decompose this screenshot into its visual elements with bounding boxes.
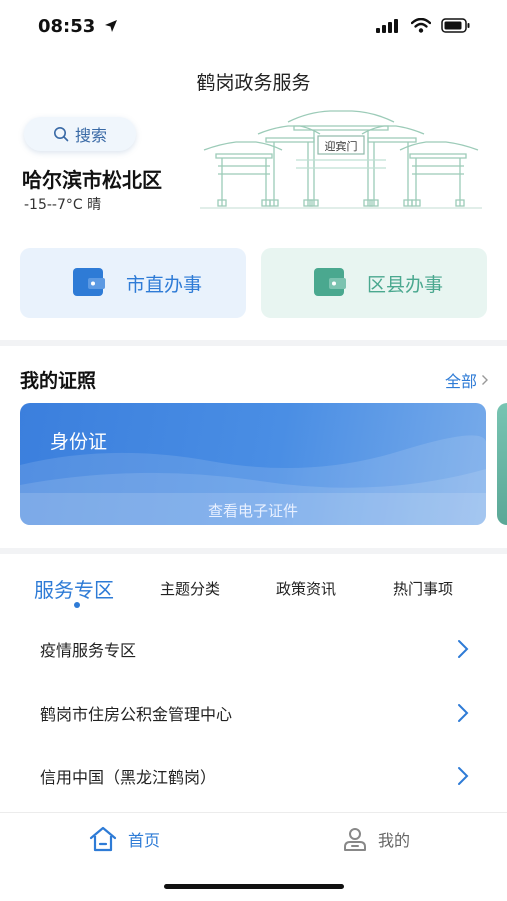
page-title: 鹤岗政务服务 [196, 72, 311, 94]
search-icon [53, 127, 69, 142]
weather-text: -15--7°C 晴 [24, 197, 102, 213]
status-time: 08:53 [38, 16, 118, 37]
district-affairs-button[interactable]: 区县办事 [261, 248, 487, 318]
list-item[interactable]: 鹤岗市住房公积金管理中心 [0, 681, 507, 745]
battery-icon [441, 18, 470, 33]
certificates-all-link[interactable]: 全部 [445, 368, 489, 392]
user-icon [344, 828, 366, 851]
tab-service-zone[interactable]: 服务专区 [34, 574, 114, 603]
chevron-right-icon [458, 640, 469, 658]
time-text: 08:53 [38, 16, 96, 37]
wallet-icon [73, 268, 105, 296]
list-item[interactable]: 信用中国（黑龙江鹤岗） [0, 744, 507, 808]
list-item-label: 鹤岗市住房公积金管理中心 [40, 705, 233, 724]
location-name: 哈尔滨市松北区 [22, 168, 162, 192]
id-card-title: 身份证 [50, 431, 108, 453]
wallet-icon [314, 268, 346, 296]
nav-home-label: 首页 [128, 831, 161, 850]
list-item[interactable]: 疫情服务专区 [0, 617, 507, 681]
wifi-icon [411, 18, 431, 33]
district-affairs-label: 区县办事 [367, 273, 444, 296]
list-item-label: 信用中国（黑龙江鹤岗） [40, 768, 217, 787]
chevron-right-icon [482, 375, 488, 385]
tab-policy-news[interactable]: 政策资讯 [276, 578, 336, 599]
home-indicator [164, 884, 344, 889]
next-card-peek[interactable] [497, 403, 507, 525]
certificates-title: 我的证照 [20, 370, 97, 392]
search-button[interactable]: 搜索 [24, 117, 136, 151]
chevron-right-icon [458, 704, 469, 722]
list-item-label: 疫情服务专区 [40, 641, 137, 660]
all-label: 全部 [444, 372, 477, 391]
tab-hot-items[interactable]: 热门事项 [393, 578, 453, 599]
view-e-certificate-button[interactable]: 查看电子证件 [20, 500, 486, 521]
nav-mine-label: 我的 [378, 831, 411, 850]
search-label: 搜索 [74, 126, 107, 145]
nav-mine[interactable]: 我的 [342, 826, 410, 852]
section-divider [0, 340, 507, 346]
active-tab-indicator [74, 602, 80, 608]
signal-icon [376, 18, 398, 33]
chevron-right-icon [458, 767, 469, 785]
id-card[interactable]: 身份证 查看电子证件 [20, 403, 486, 525]
city-affairs-label: 市直办事 [126, 273, 203, 296]
city-affairs-button[interactable]: 市直办事 [20, 248, 246, 318]
tab-topic-category[interactable]: 主题分类 [160, 578, 220, 599]
gate-illustration [200, 110, 482, 209]
status-indicators [375, 18, 471, 33]
gate-sign: 迎宾门 [324, 140, 358, 153]
home-icon [89, 826, 117, 852]
nav-home[interactable]: 首页 [88, 826, 160, 852]
section-divider [0, 548, 507, 554]
location-arrow-icon [104, 20, 117, 32]
